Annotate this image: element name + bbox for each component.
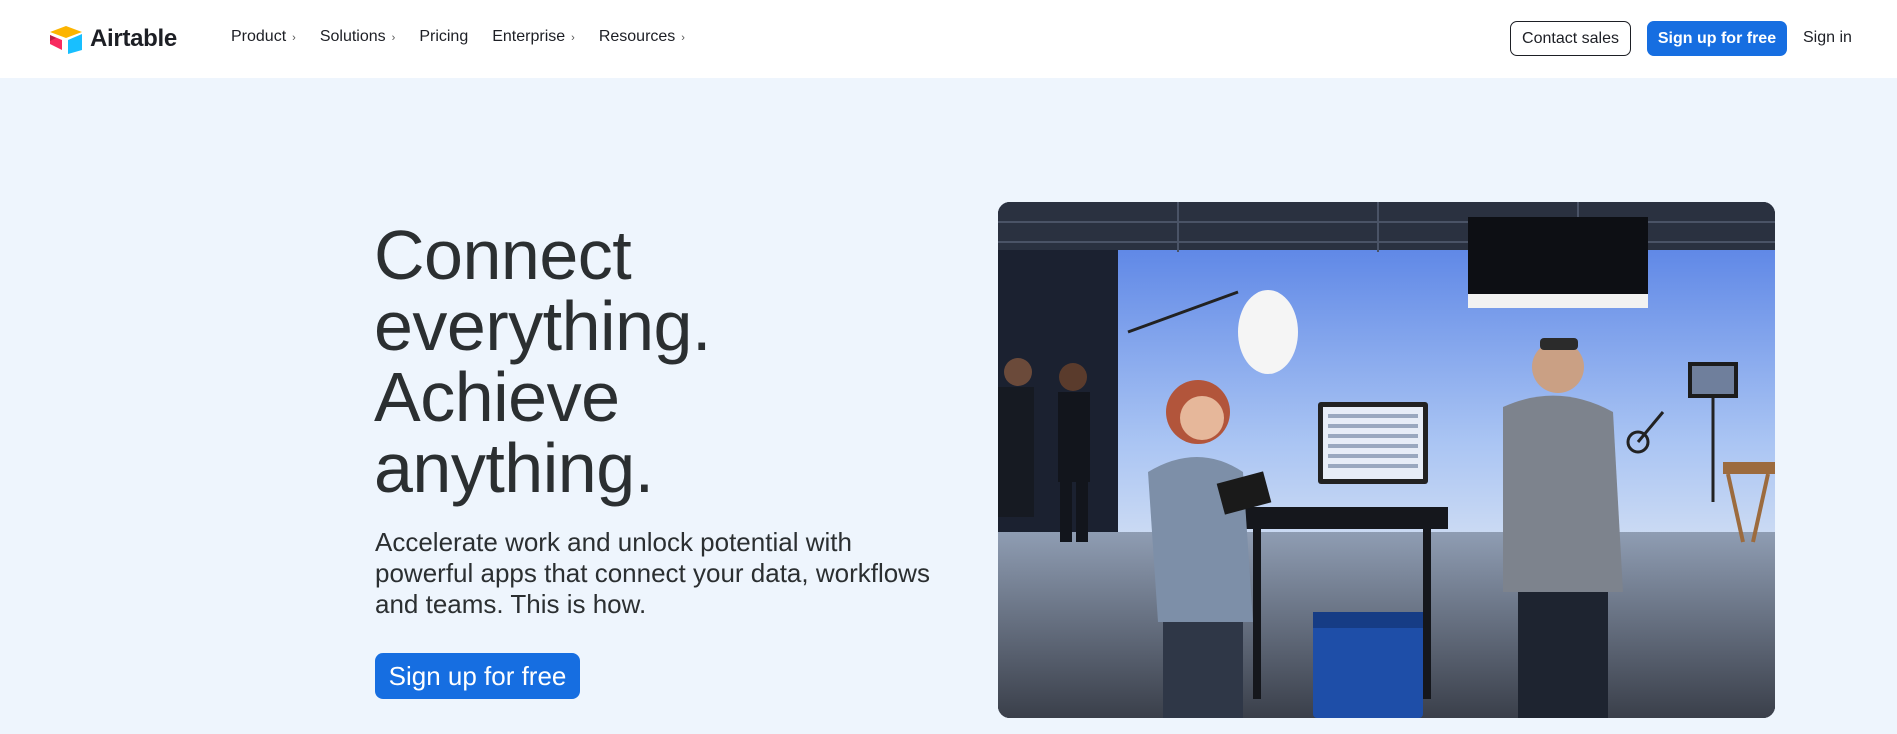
nav-product[interactable]: Product › xyxy=(231,28,296,46)
hero-title-line: Connect xyxy=(374,216,632,294)
hero-subtitle: Accelerate work and unlock potential wit… xyxy=(375,527,930,619)
logo-text: Airtable xyxy=(90,25,177,52)
chevron-right-icon: › xyxy=(681,32,685,44)
nav-label: Enterprise xyxy=(492,28,566,45)
hero-title-line: anything. xyxy=(374,429,654,507)
airtable-logo[interactable]: Airtable xyxy=(48,24,177,54)
nav-label: Resources xyxy=(598,28,676,45)
hero-title-line: Achieve xyxy=(374,358,620,436)
main-nav: Product › Solutions › Pricing Enterprise… xyxy=(231,28,709,46)
hero-title: Connect everything. Achieve anything. xyxy=(374,220,934,504)
nav-pricing[interactable]: Pricing xyxy=(419,28,468,46)
sign-in-link[interactable]: Sign in xyxy=(1803,29,1852,47)
chevron-right-icon: › xyxy=(391,32,396,44)
nav-resources[interactable]: Resources › xyxy=(599,28,685,46)
hero-studio-photo xyxy=(998,202,1775,718)
chevron-right-icon: › xyxy=(292,32,296,44)
airtable-logo-icon xyxy=(50,26,82,54)
nav-label: Pricing xyxy=(419,28,469,45)
contact-sales-button[interactable]: Contact sales xyxy=(1510,21,1631,56)
nav-label: Product xyxy=(231,28,287,45)
header-sign-up-button[interactable]: Sign up for free xyxy=(1647,21,1787,56)
chevron-right-icon: › xyxy=(571,32,575,44)
nav-enterprise[interactable]: Enterprise › xyxy=(492,28,575,46)
nav-label: Solutions xyxy=(319,28,386,45)
site-header: Airtable Product › Solutions › Pricing E… xyxy=(0,0,1897,78)
hero-sign-up-button[interactable]: Sign up for free xyxy=(375,653,580,699)
nav-solutions[interactable]: Solutions › xyxy=(320,28,396,46)
hero-title-line: everything. xyxy=(374,287,711,365)
